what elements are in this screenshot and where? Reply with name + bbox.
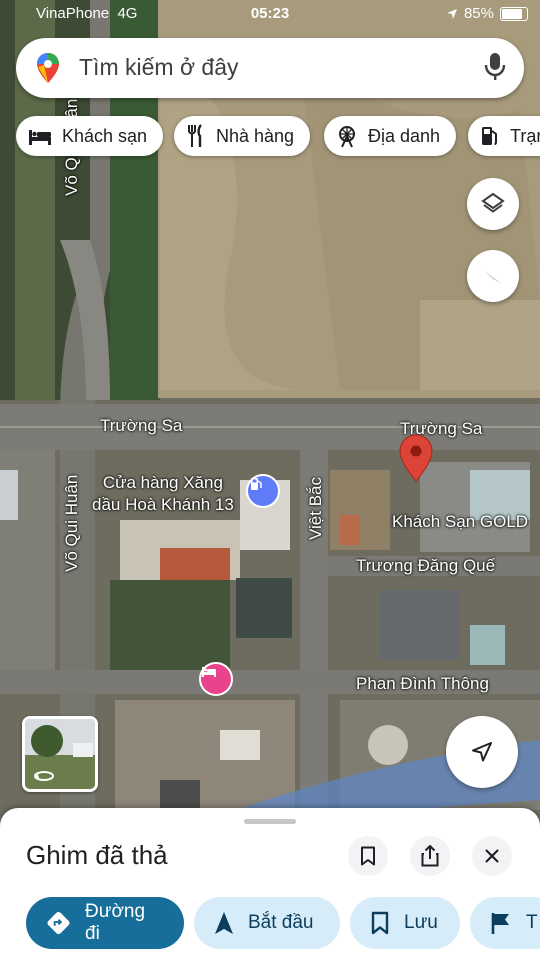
place-bottom-sheet[interactable]: Ghim đã thả Đường đi Bắt đầu Lưu T (0, 808, 540, 960)
compass-button[interactable] (467, 250, 519, 302)
bed-icon (202, 667, 216, 677)
poi-hotel-gold-label[interactable]: Khách Sạn GOLD (392, 512, 528, 532)
gas-station-marker[interactable] (246, 474, 280, 508)
battery-percent: 85% (463, 5, 494, 22)
save-bookmark-button[interactable] (348, 836, 388, 876)
chip-label: Nhà hàng (216, 125, 295, 146)
chip-gas-stations[interactable]: Trạm (468, 116, 540, 156)
street-label: Trương Đăng Quế (356, 556, 496, 575)
close-button[interactable] (472, 836, 512, 876)
sheet-title: Ghim đã thả (26, 840, 168, 870)
ferris-wheel-icon (339, 126, 355, 148)
chip-label: Trạm (510, 125, 540, 146)
start-button[interactable]: Bắt đầu (194, 897, 340, 949)
poi-gas-station-label[interactable]: Cửa hàng Xăng dầu Hoà Khánh 13 (92, 472, 234, 516)
chip-label: Địa danh (368, 125, 441, 146)
layers-button[interactable] (467, 178, 519, 230)
save-label: Lưu (404, 912, 438, 933)
chip-landmarks[interactable]: Địa danh (324, 116, 457, 156)
street-view-thumbnail[interactable] (22, 716, 98, 792)
label-button[interactable]: T (470, 897, 540, 949)
dropped-pin-icon[interactable] (398, 434, 434, 482)
directions-button[interactable]: Đường đi (26, 897, 184, 949)
chip-hotels[interactable]: Khách sạn (16, 116, 164, 156)
search-placeholder: Tìm kiếm ở đây (79, 54, 239, 80)
share-button[interactable] (410, 836, 450, 876)
hotel-marker[interactable] (199, 662, 233, 696)
street-label: Việt Bắc (306, 476, 325, 540)
save-button[interactable]: Lưu (350, 897, 460, 949)
gas-pump-icon (251, 478, 262, 490)
location-arrow-icon (446, 8, 457, 19)
maps-pin-icon (37, 53, 59, 83)
chip-label: Khách sạn (62, 125, 148, 146)
directions-label: Đường đi (85, 901, 146, 944)
flag-icon (491, 913, 509, 934)
sheet-drag-handle[interactable] (244, 819, 296, 824)
share-icon (421, 845, 439, 867)
navigation-arrow-icon (472, 742, 492, 762)
mic-icon[interactable] (484, 52, 506, 82)
label-label: T (526, 912, 538, 933)
status-bar: VinaPhone 4G 05:23 85% (0, 0, 540, 30)
fork-knife-icon (188, 124, 202, 147)
bookmark-icon (361, 846, 375, 866)
street-label: Võ Qui Huân (62, 474, 81, 572)
rotate-360-icon (34, 771, 54, 781)
compass-icon (484, 271, 502, 284)
navigation-arrow-icon (215, 912, 233, 934)
my-location-button[interactable] (446, 716, 518, 788)
chip-restaurants[interactable]: Nhà hàng (174, 116, 311, 156)
bed-icon (29, 130, 51, 145)
close-icon (485, 849, 499, 863)
directions-icon (47, 911, 70, 935)
street-label: Trường Sa (100, 416, 183, 435)
gas-pump-icon (482, 127, 497, 145)
bookmark-icon (371, 911, 389, 935)
layers-icon (481, 192, 505, 213)
search-bar[interactable]: Tìm kiếm ở đây (16, 38, 524, 98)
start-label: Bắt đầu (248, 912, 314, 933)
street-label: Phan Đình Thông (356, 674, 489, 693)
battery-icon (500, 6, 528, 21)
